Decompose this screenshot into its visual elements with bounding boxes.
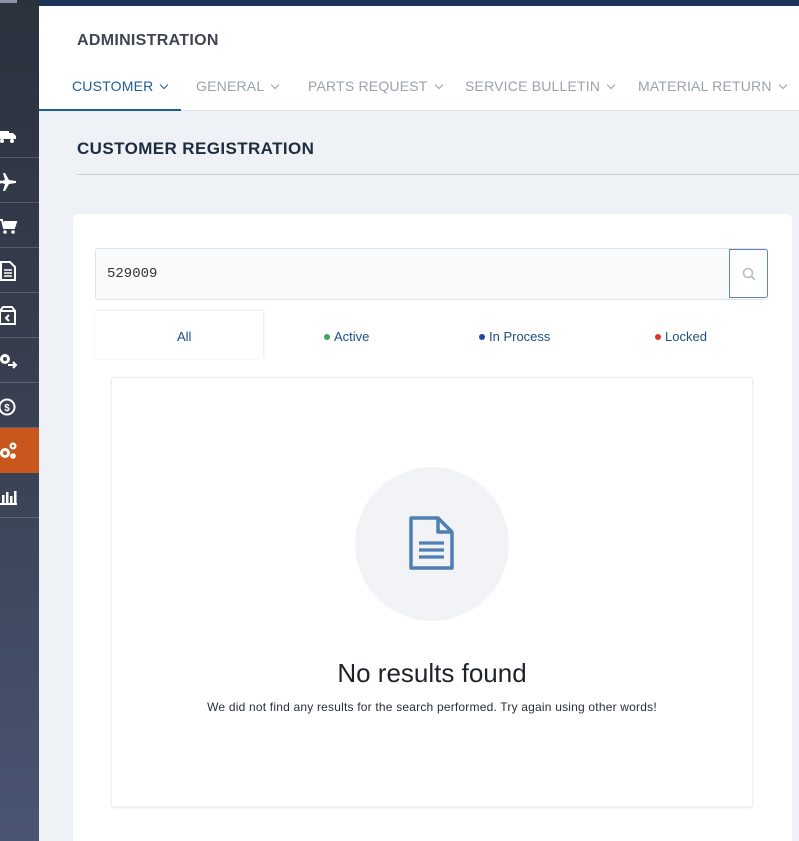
- document-icon: [409, 516, 454, 570]
- money-cycle-icon: $: [0, 398, 16, 416]
- tab-service-bulletin[interactable]: SERVICE BULLETIN: [465, 74, 625, 111]
- status-dot-in-process: [479, 334, 485, 340]
- status-dot-locked: [655, 334, 661, 340]
- filter-label: Active: [334, 329, 370, 344]
- filter-tab-all[interactable]: All: [95, 311, 263, 359]
- tab-parts-request[interactable]: PARTS REQUEST: [308, 74, 458, 111]
- filter-tab-in-process[interactable]: In Process: [431, 311, 599, 359]
- sidebar-item-exchange[interactable]: [0, 338, 39, 383]
- status-filter-tabs: All Active In Process Locked: [95, 311, 768, 359]
- chevron-down-icon: [778, 80, 787, 90]
- tab-label: MATERIAL RETURN: [638, 78, 772, 94]
- tab-material-return[interactable]: MATERIAL RETURN: [638, 74, 798, 111]
- active-tab-underline: [39, 109, 181, 111]
- search-input[interactable]: [96, 249, 730, 299]
- airplane-icon: [0, 173, 16, 191]
- gears-icon: [0, 442, 17, 459]
- document-icon: [0, 261, 16, 281]
- section-divider: [77, 174, 799, 175]
- search-button[interactable]: [729, 249, 768, 298]
- filter-tab-locked[interactable]: Locked: [599, 311, 768, 359]
- empty-state-message: We did not find any results for the sear…: [207, 700, 657, 714]
- sidebar: $: [0, 0, 39, 841]
- gear-exchange-icon: [0, 354, 18, 369]
- tab-label: CUSTOMER: [72, 78, 154, 94]
- sidebar-item-administration[interactable]: [0, 428, 39, 473]
- truck-icon: [0, 131, 16, 143]
- package-return-icon: [0, 306, 16, 325]
- section-title: CUSTOMER REGISTRATION: [77, 139, 315, 158]
- sidebar-top-mark: [0, 0, 17, 3]
- filter-label: Locked: [665, 329, 707, 344]
- page-title: ADMINISTRATION: [77, 32, 219, 49]
- chevron-down-icon: [434, 80, 443, 90]
- filter-tab-active[interactable]: Active: [263, 311, 431, 359]
- empty-state-title: No results found: [337, 658, 527, 688]
- sidebar-item-reports[interactable]: [0, 473, 39, 518]
- tab-customer[interactable]: CUSTOMER: [39, 74, 181, 111]
- chevron-down-icon: [271, 80, 280, 90]
- chevron-down-icon: [160, 80, 169, 90]
- sidebar-item-logistics[interactable]: [0, 113, 39, 158]
- search-box: [95, 248, 768, 300]
- empty-state-illustration: [355, 467, 509, 621]
- cart-icon: [0, 219, 18, 234]
- sidebar-item-cart[interactable]: [0, 203, 39, 248]
- tab-label: SERVICE BULLETIN: [465, 78, 601, 94]
- sidebar-item-documents[interactable]: [0, 248, 39, 293]
- svg-text:$: $: [4, 403, 10, 414]
- bar-chart-icon: [0, 488, 17, 505]
- chevron-down-icon: [606, 80, 616, 90]
- search-icon: [742, 267, 756, 281]
- tab-label: GENERAL: [196, 78, 265, 94]
- tab-general[interactable]: GENERAL: [196, 74, 296, 111]
- filter-label: All: [177, 329, 192, 344]
- status-dot-active: [324, 334, 330, 340]
- tab-label: PARTS REQUEST: [308, 78, 428, 94]
- sidebar-item-finance[interactable]: $: [0, 383, 39, 428]
- sidebar-item-returns[interactable]: [0, 293, 39, 338]
- page-header: ADMINISTRATION CUSTOMER GENERAL PARTS RE…: [39, 6, 799, 111]
- filter-label: In Process: [489, 329, 551, 344]
- sidebar-item-aircraft[interactable]: [0, 158, 39, 203]
